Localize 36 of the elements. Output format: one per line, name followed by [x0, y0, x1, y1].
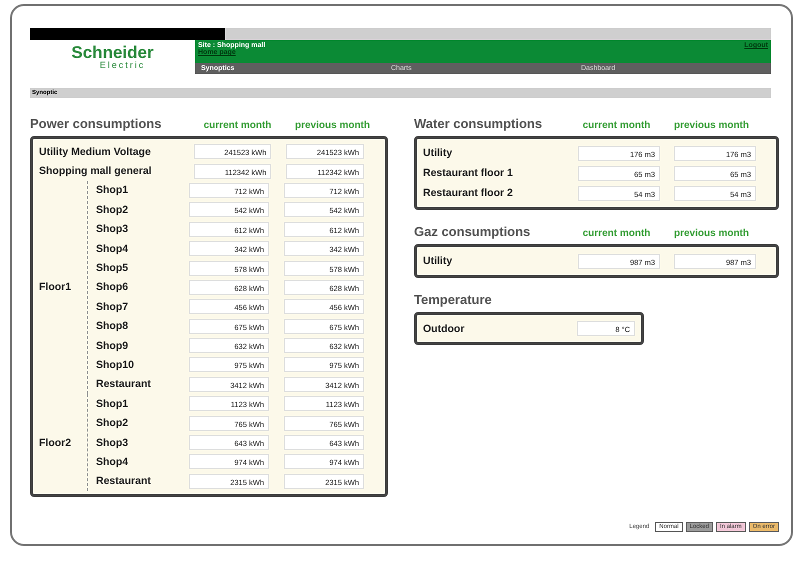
group-label: Floor1: [39, 281, 72, 294]
section-title: Gaz consumptions: [414, 224, 532, 239]
column-header: previous month: [672, 120, 750, 131]
row-label: Restaurant floor 2: [423, 187, 514, 199]
row-label: Shop4: [96, 242, 130, 255]
row-label: Shop4: [96, 456, 130, 468]
row-label: Shop3: [96, 223, 130, 236]
row-label: Shop9: [96, 340, 130, 352]
column-header: previous month: [294, 120, 371, 131]
row-label: Shop3: [96, 436, 130, 449]
row-label: Utility Medium Voltage: [39, 146, 152, 158]
section-title: Water consumptions: [414, 116, 544, 131]
row-label: Shop1: [96, 398, 130, 410]
logo: Schneider Electric: [70, 42, 155, 72]
group-label: Floor2: [39, 436, 72, 449]
column-header: previous month: [672, 228, 750, 239]
row-label: Shop2: [96, 417, 130, 430]
row-label: Shop6: [96, 281, 130, 294]
row-label: Outdoor: [423, 322, 466, 335]
column-header: current month: [582, 120, 652, 131]
row-label: Restaurant: [96, 378, 152, 390]
row-label: Shop10: [96, 358, 135, 371]
row-label: Utility: [423, 147, 454, 159]
column-header: current month: [582, 228, 652, 239]
row-label: Restaurant floor 1: [423, 167, 514, 179]
row-label: Shop5: [96, 262, 130, 274]
section-title: Temperature: [414, 292, 493, 307]
row-label: Shop8: [96, 320, 130, 332]
row-label: Shop1: [96, 184, 130, 196]
column-header: current month: [202, 120, 272, 131]
row-label: Restaurant: [96, 475, 152, 488]
row-label: Shopping mall general: [39, 165, 153, 178]
section-title: Power consumptions: [30, 116, 162, 131]
row-label: Shop7: [96, 300, 130, 313]
row-label: Utility: [423, 255, 454, 267]
row-label: Shop2: [96, 204, 130, 216]
